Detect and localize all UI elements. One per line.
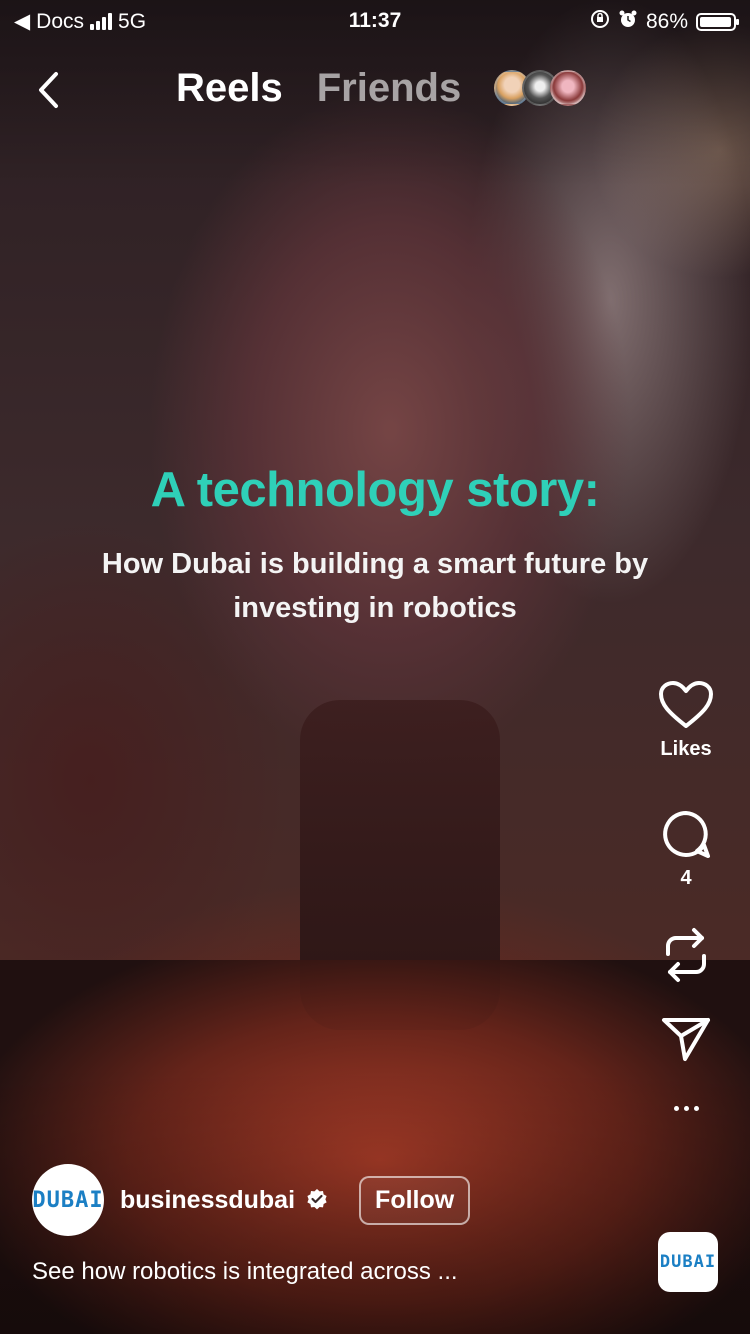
video-headline: A technology story:: [150, 463, 600, 517]
tab-reels[interactable]: Reels: [176, 66, 283, 111]
dot-icon: [683, 1106, 689, 1111]
orientation-lock-icon: [590, 9, 610, 35]
video-vignette: [0, 0, 750, 1334]
share-button[interactable]: [661, 1016, 711, 1062]
follow-button[interactable]: Follow: [359, 1175, 471, 1225]
status-bar: ◀ Docs 5G 11:37 86%: [0, 0, 750, 42]
comment-button[interactable]: 4: [661, 809, 711, 890]
paper-plane-icon: [662, 1018, 710, 1061]
battery-percent: 86%: [645, 10, 688, 33]
chevron-left-icon: [39, 72, 58, 108]
remix-button[interactable]: [662, 926, 710, 984]
username[interactable]: businessdubai: [120, 1186, 295, 1215]
repost-arrows-icon: [666, 928, 706, 982]
avatar: [550, 70, 586, 106]
back-button[interactable]: [30, 68, 66, 112]
comments-count: 4: [680, 867, 692, 889]
action-rail: Likes 4: [646, 680, 726, 1111]
more-options-button[interactable]: [673, 1106, 699, 1111]
like-button[interactable]: Likes: [658, 680, 714, 761]
post-caption[interactable]: See how robotics is integrated across ..…: [32, 1258, 458, 1286]
dot-icon: [673, 1106, 679, 1111]
heart-icon: [659, 681, 713, 728]
tab-friends[interactable]: Friends: [317, 66, 461, 111]
post-author-row: DUBAI businessdubai Follow: [32, 1164, 471, 1236]
dubai-logo: DUBAI: [659, 1252, 717, 1272]
audio-thumbnail[interactable]: DUBAI: [658, 1232, 718, 1292]
verified-badge-icon: [307, 1189, 327, 1210]
comment-bubble-icon: [663, 811, 710, 858]
video-subline: How Dubai is building a smart future by …: [101, 548, 649, 624]
reels-top-nav: Reels Friends: [0, 60, 750, 120]
likes-label: Likes: [660, 738, 712, 760]
dot-icon: [693, 1106, 699, 1111]
dubai-logo: DUBAI: [32, 1187, 104, 1213]
battery-icon: [696, 13, 739, 31]
friends-avatars[interactable]: [494, 70, 586, 106]
alarm-icon: [618, 9, 638, 35]
avatar[interactable]: DUBAI: [32, 1164, 104, 1236]
